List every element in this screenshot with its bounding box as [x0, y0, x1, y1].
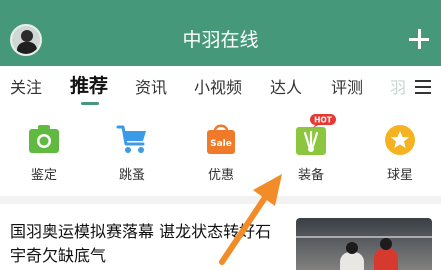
quick-item-flea-market[interactable]: 跳蚤 — [102, 122, 162, 184]
tab-follow[interactable]: 关注 — [10, 78, 42, 98]
tab-recommend[interactable]: 推荐 — [70, 76, 108, 96]
sale-bag-icon: Sale — [204, 122, 238, 156]
app-title: 中羽在线 — [182, 29, 259, 51]
quick-item-appraise[interactable]: 鉴定 — [14, 122, 74, 184]
quick-item-label: 装备 — [297, 168, 324, 183]
quick-item-label: 优惠 — [207, 168, 234, 183]
star-icon — [383, 122, 417, 156]
hot-badge: HOT — [310, 114, 336, 128]
quick-entry-bar: 鉴定 跳蚤 Sale 优惠 装备 HOT 球星 — [0, 110, 441, 196]
tab-reviews[interactable]: 评测 — [331, 78, 363, 98]
active-tab-indicator — [81, 102, 99, 105]
tab-news[interactable]: 资讯 — [135, 78, 167, 98]
quick-item-equipment[interactable]: 装备 — [281, 122, 341, 184]
app-header: 中羽在线 — [0, 0, 441, 66]
quick-item-label: 球星 — [386, 168, 413, 183]
quick-item-label: 鉴定 — [30, 168, 57, 183]
quick-item-label: 跳蚤 — [118, 168, 145, 183]
tab-more-partial[interactable]: 羽 — [390, 78, 406, 98]
add-icon[interactable] — [409, 29, 429, 49]
camera-icon — [27, 122, 61, 156]
section-divider — [0, 196, 441, 204]
shopping-cart-icon — [115, 122, 149, 156]
hot-badge-text: HOT — [314, 116, 333, 125]
category-tabs: 关注 推荐 资讯 小视频 达人 评测 羽 — [0, 66, 441, 110]
menu-icon[interactable] — [415, 80, 431, 94]
article-thumbnail[interactable] — [296, 218, 432, 270]
article-headline[interactable]: 国羽奥运模拟赛落幕 谌龙状态转好石宇奇欠缺底气 — [10, 220, 285, 268]
tab-experts[interactable]: 达人 — [270, 78, 302, 98]
tab-short-video[interactable]: 小视频 — [194, 78, 242, 98]
sale-badge-text: Sale — [210, 139, 232, 149]
quick-item-deals[interactable]: Sale 优惠 — [191, 122, 251, 184]
quick-item-stars[interactable]: 球星 — [370, 122, 430, 184]
